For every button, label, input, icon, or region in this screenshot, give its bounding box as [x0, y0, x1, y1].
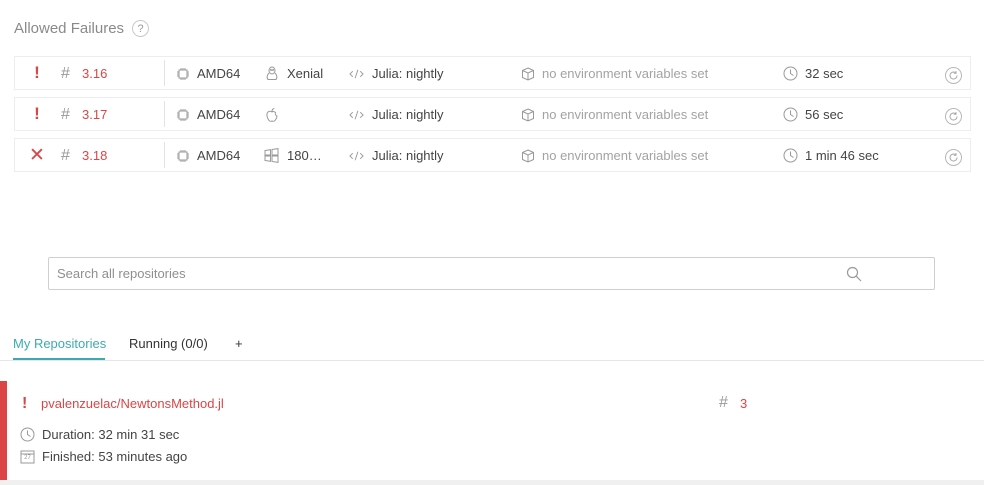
- code-icon: [349, 148, 364, 163]
- search-input[interactable]: [49, 258, 934, 289]
- job-duration: 1 min 46 sec: [805, 148, 879, 163]
- tab-running[interactable]: Running (0/0): [129, 336, 208, 351]
- job-row[interactable]: ! # 3.16 AMD64 Xenial Julia: nightly no …: [14, 56, 971, 90]
- job-row[interactable]: ✕ # 3.18 AMD64 180… Julia: nightly no en…: [14, 138, 971, 172]
- tab-add[interactable]: +: [235, 336, 243, 351]
- clock-icon: [20, 427, 35, 442]
- repository-search: [48, 257, 935, 290]
- box-icon: [520, 107, 535, 122]
- divider: [164, 101, 165, 127]
- job-arch: AMD64: [197, 107, 241, 122]
- code-icon: [349, 66, 364, 81]
- job-number[interactable]: 3.17: [82, 107, 107, 122]
- job-arch: AMD64: [197, 66, 241, 81]
- code-icon: [349, 107, 364, 122]
- job-number[interactable]: 3.16: [82, 66, 107, 81]
- tab-my-repositories[interactable]: My Repositories: [13, 336, 106, 351]
- job-env: no environment variables set: [542, 148, 709, 163]
- repository-tabs: My Repositories Running (0/0) +: [0, 330, 984, 361]
- finished-text: Finished: 53 minutes ago: [42, 449, 188, 464]
- job-language: Julia: nightly: [372, 66, 444, 81]
- clock-icon: [783, 107, 798, 122]
- repository-duration: Duration: 32 min 31 sec: [20, 427, 179, 442]
- apple-icon: [264, 107, 279, 122]
- job-language: Julia: nightly: [372, 148, 444, 163]
- job-os: Xenial: [287, 66, 324, 81]
- job-duration: 56 sec: [805, 107, 844, 122]
- hash-icon: #: [719, 394, 728, 411]
- calendar-icon: 27: [20, 449, 35, 464]
- job-language: Julia: nightly: [372, 107, 444, 122]
- search-icon[interactable]: [846, 266, 862, 282]
- box-icon: [520, 148, 535, 163]
- hash-icon: #: [61, 106, 70, 123]
- repository-card[interactable]: ! pvalenzuelac/NewtonsMethod.jl # 3 Dura…: [0, 381, 984, 485]
- job-env: no environment variables set: [542, 107, 709, 122]
- clock-icon: [783, 148, 798, 163]
- cpu-icon: [175, 107, 190, 122]
- restart-icon[interactable]: [945, 67, 962, 84]
- active-tab-indicator: [13, 358, 105, 360]
- build-number[interactable]: 3: [740, 396, 747, 411]
- cpu-icon: [175, 66, 190, 81]
- failed-status-icon: ✕: [29, 144, 45, 166]
- hash-icon: #: [61, 65, 70, 82]
- restart-icon[interactable]: [945, 108, 962, 125]
- job-row[interactable]: ! # 3.17 AMD64 Julia: nightly no environ…: [14, 97, 971, 131]
- errored-status-icon: !: [22, 395, 28, 412]
- errored-status-icon: !: [34, 104, 40, 123]
- job-os: 180…: [287, 148, 322, 163]
- box-icon: [520, 66, 535, 81]
- job-list: ! # 3.16 AMD64 Xenial Julia: nightly no …: [14, 56, 971, 179]
- allowed-failures-heading: Allowed Failures ?: [14, 20, 150, 37]
- repository-name[interactable]: pvalenzuelac/NewtonsMethod.jl: [41, 396, 224, 411]
- restart-icon[interactable]: [945, 149, 962, 166]
- allowed-failures-title: Allowed Failures: [14, 20, 125, 37]
- hash-icon: #: [61, 147, 70, 164]
- job-arch: AMD64: [197, 148, 241, 163]
- duration-text: Duration: 32 min 31 sec: [42, 427, 180, 442]
- divider: [164, 142, 165, 168]
- cpu-icon: [175, 148, 190, 163]
- job-env: no environment variables set: [542, 66, 709, 81]
- job-duration: 32 sec: [805, 66, 844, 81]
- job-number[interactable]: 3.18: [82, 148, 107, 163]
- errored-status-icon: !: [34, 63, 40, 82]
- clock-icon: [783, 66, 798, 81]
- card-bottom-border: [0, 480, 984, 485]
- divider: [164, 60, 165, 86]
- status-bar: [0, 381, 7, 480]
- help-icon[interactable]: ?: [132, 20, 150, 37]
- repository-finished: 27 Finished: 53 minutes ago: [20, 449, 187, 464]
- linux-tux-icon: [264, 66, 279, 81]
- windows-icon: [264, 148, 279, 163]
